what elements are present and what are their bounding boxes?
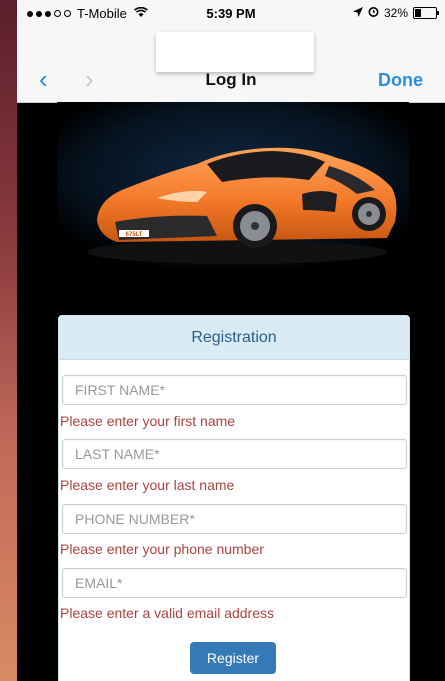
status-right: 32% <box>352 6 439 20</box>
registration-card: Registration Please enter your first nam… <box>58 315 410 681</box>
battery-fill <box>415 9 422 17</box>
battery-percent: 32% <box>383 6 408 20</box>
location-arrow-icon <box>352 6 363 20</box>
email-error: Please enter a valid email address <box>60 605 275 621</box>
alarm-clock-icon <box>368 6 379 20</box>
register-button[interactable]: Register <box>190 642 276 674</box>
registration-heading: Registration <box>59 316 409 360</box>
phone-screen: T-Mobile 5:39 PM 32% ‹ › Log In Done 675… <box>17 0 445 681</box>
plate-text: 675LT <box>126 232 143 238</box>
phone-number-error: Please enter your phone number <box>60 541 264 557</box>
hero-car-image: 675LT <box>57 102 409 267</box>
battery-icon <box>413 7 439 19</box>
first-name-field[interactable] <box>62 375 407 405</box>
last-name-error: Please enter your last name <box>60 477 235 493</box>
url-field[interactable] <box>156 32 314 72</box>
status-bar: T-Mobile 5:39 PM 32% <box>17 0 445 26</box>
first-name-error: Please enter your first name <box>60 413 236 429</box>
phone-number-field[interactable] <box>62 504 407 534</box>
browser-navbar: ‹ › Log In Done <box>17 26 445 103</box>
last-name-field[interactable] <box>62 439 407 469</box>
done-button[interactable]: Done <box>378 70 423 91</box>
email-field[interactable] <box>62 568 407 598</box>
